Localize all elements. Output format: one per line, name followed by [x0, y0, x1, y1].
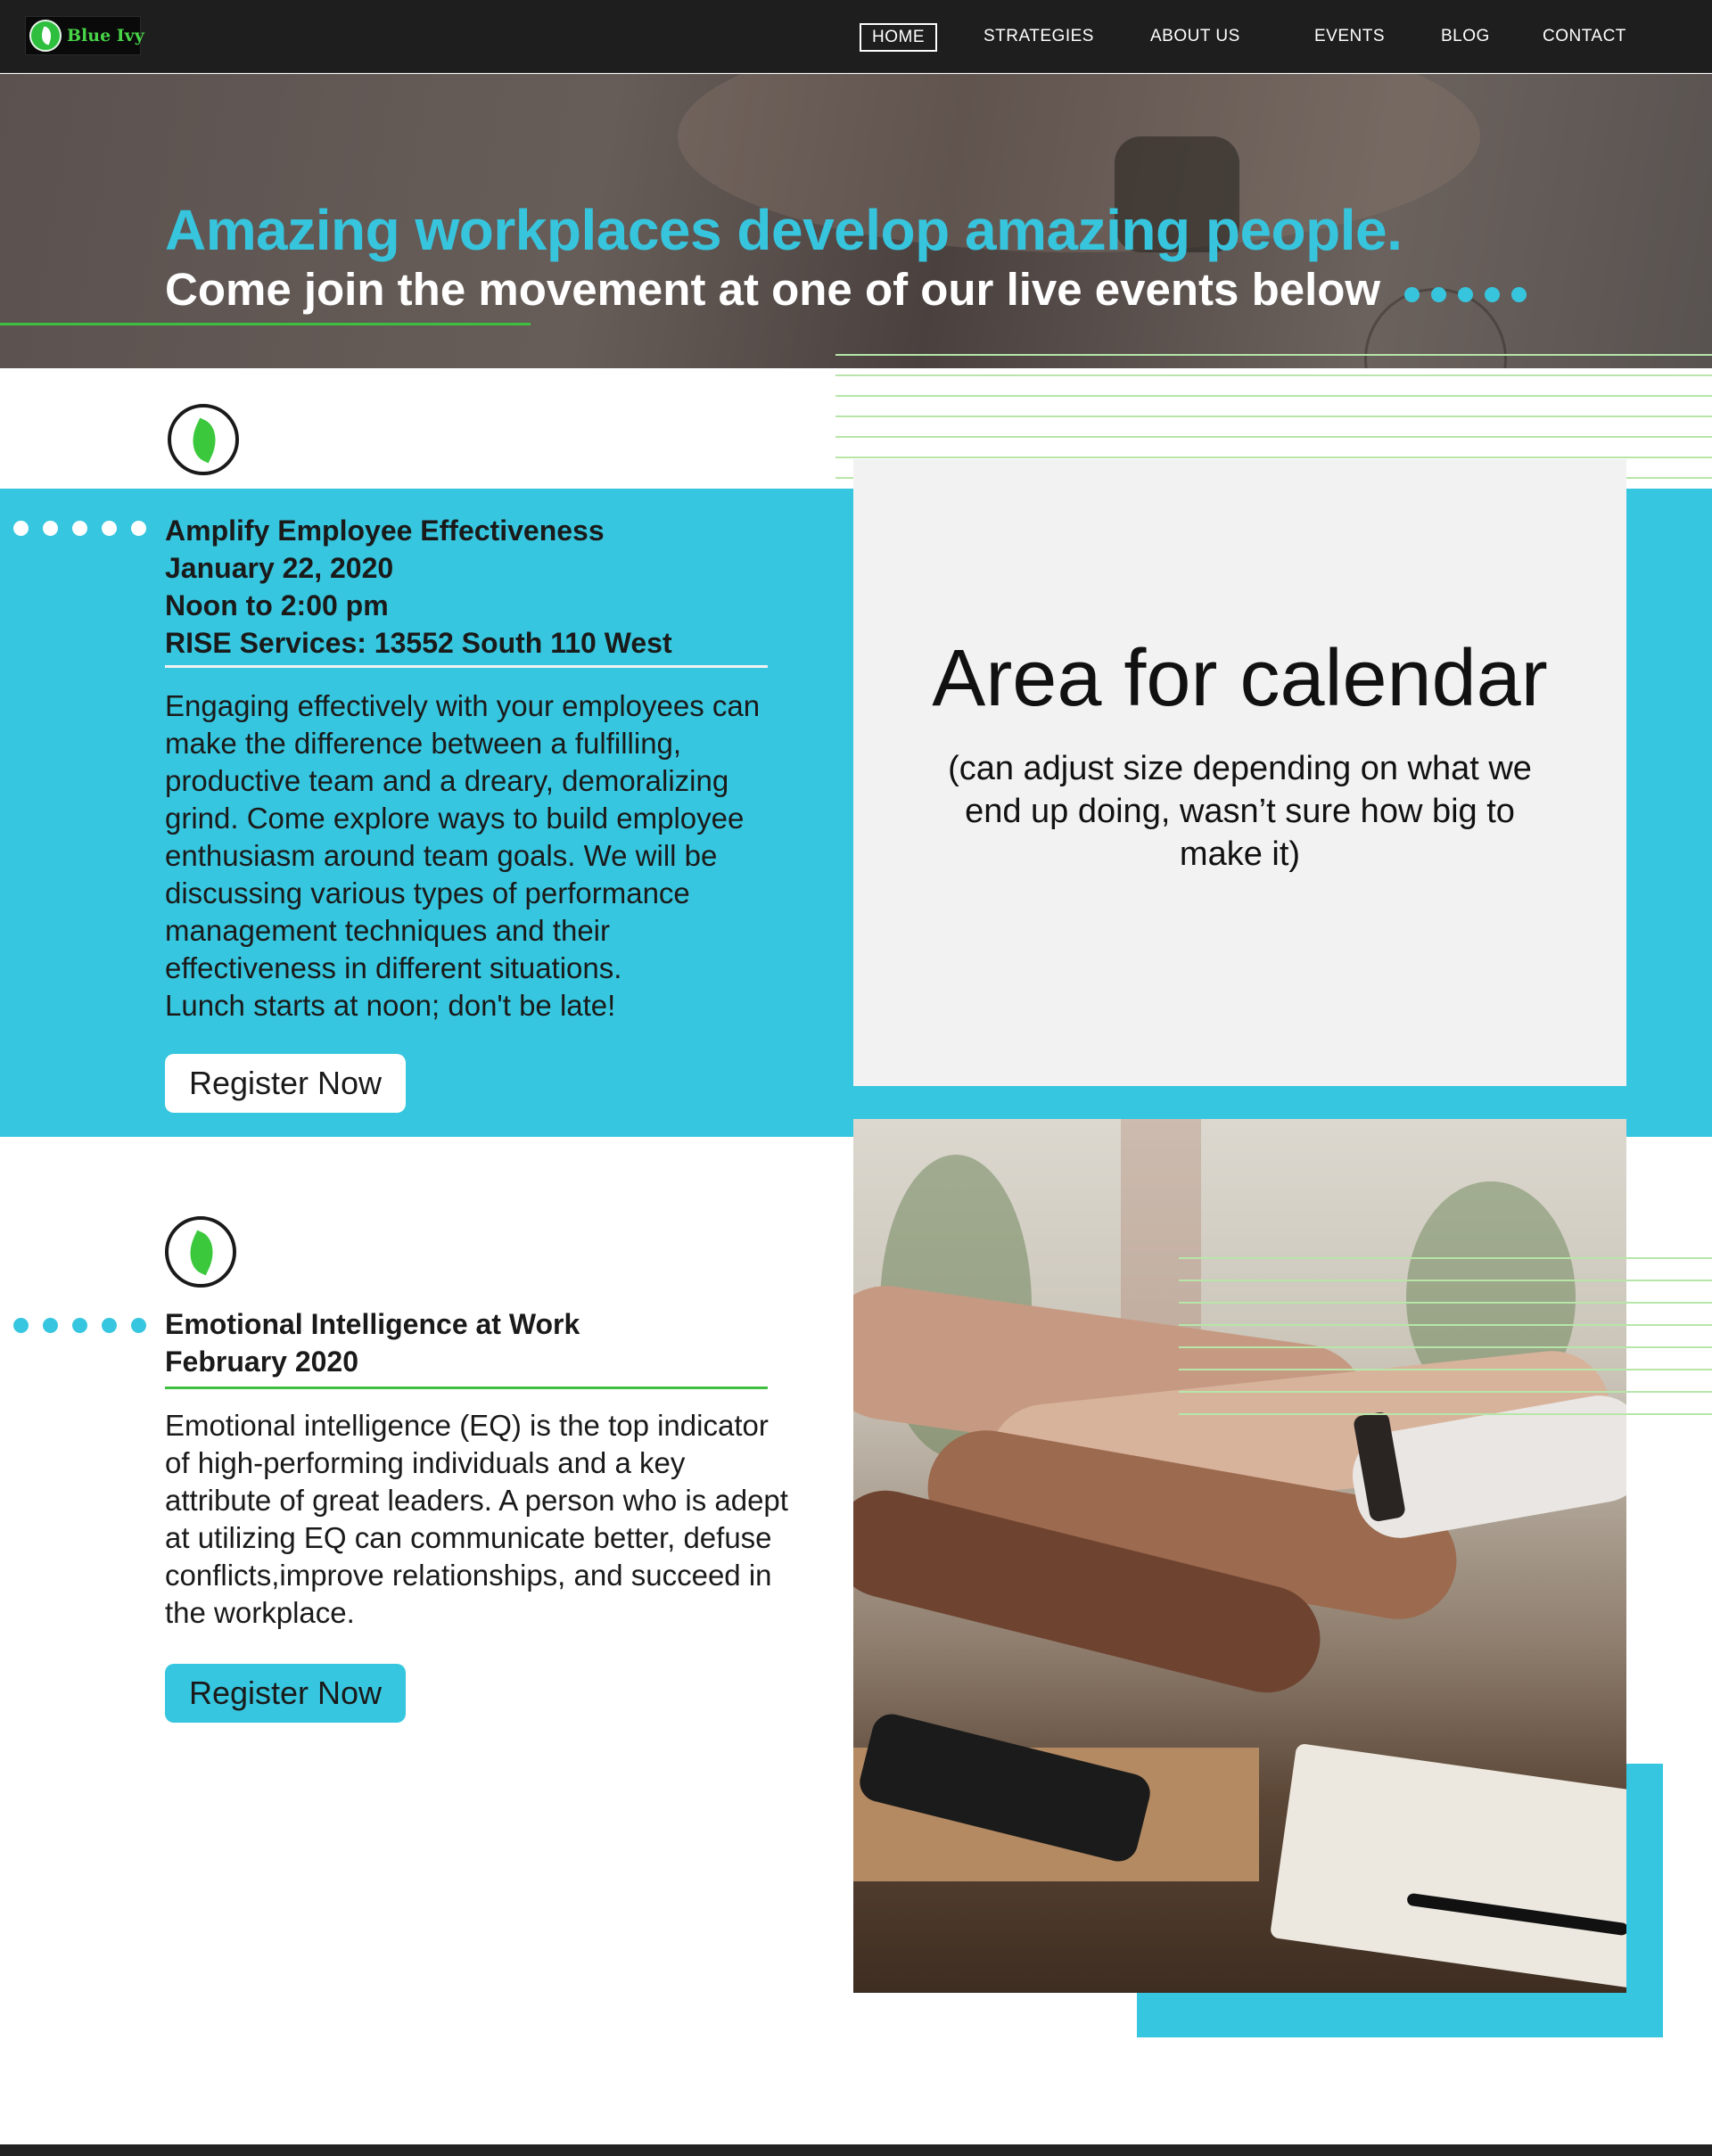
event-1-title: Amplify Employee Effectiveness January 2… — [165, 514, 672, 659]
nav-about-us[interactable]: ABOUT US — [1150, 27, 1240, 46]
register-now-button[interactable]: Register Now — [165, 1664, 406, 1723]
footer-edge — [0, 2144, 1712, 2156]
calendar-subtitle: (can adjust size depending on what we en… — [948, 750, 1532, 873]
hero-underline — [0, 323, 531, 325]
nav-strategies[interactable]: STRATEGIES — [984, 27, 1094, 46]
hero-headline: Amazing workplaces develop amazing peopl… — [165, 198, 1403, 262]
nav-home[interactable]: HOME — [860, 23, 937, 52]
register-now-button[interactable]: Register Now — [165, 1054, 406, 1113]
hero-subheadline: Come join the movement at one of our liv… — [165, 264, 1381, 315]
hero-banner: Amazing workplaces develop amazing peopl… — [0, 74, 1712, 368]
event-1-dots — [13, 521, 146, 536]
leaf-icon — [168, 404, 239, 475]
logo[interactable]: Blue Ivy — [25, 16, 144, 55]
event-2-description: Emotional intelligence (EQ) is the top i… — [165, 1409, 788, 1629]
nav-events[interactable]: EVENTS — [1314, 27, 1385, 46]
top-nav: Blue Ivy HOME STRATEGIES ABOUT US EVENTS… — [0, 0, 1712, 73]
event-1-description: Engaging effectively with your employees… — [165, 689, 761, 1022]
nav-contact[interactable]: CONTACT — [1543, 27, 1626, 46]
event-1-divider — [165, 665, 768, 668]
calendar-title: Area for calendar — [932, 634, 1548, 723]
team-hands-photo — [853, 1119, 1626, 1993]
hero-dots — [1404, 287, 1527, 302]
event-2-title: Emotional Intelligence at Work February … — [165, 1308, 580, 1378]
leaf-icon — [165, 1216, 236, 1288]
calendar-placeholder[interactable]: Area for calendar (can adjust size depen… — [853, 459, 1626, 1086]
logo-text: Blue Ivy — [67, 26, 144, 45]
event-2-dots — [13, 1318, 146, 1333]
nav-blog[interactable]: BLOG — [1441, 27, 1490, 46]
leaf-logo-icon — [29, 20, 62, 52]
event-2-divider — [165, 1387, 768, 1389]
decorative-stripes — [1179, 1257, 1712, 1444]
